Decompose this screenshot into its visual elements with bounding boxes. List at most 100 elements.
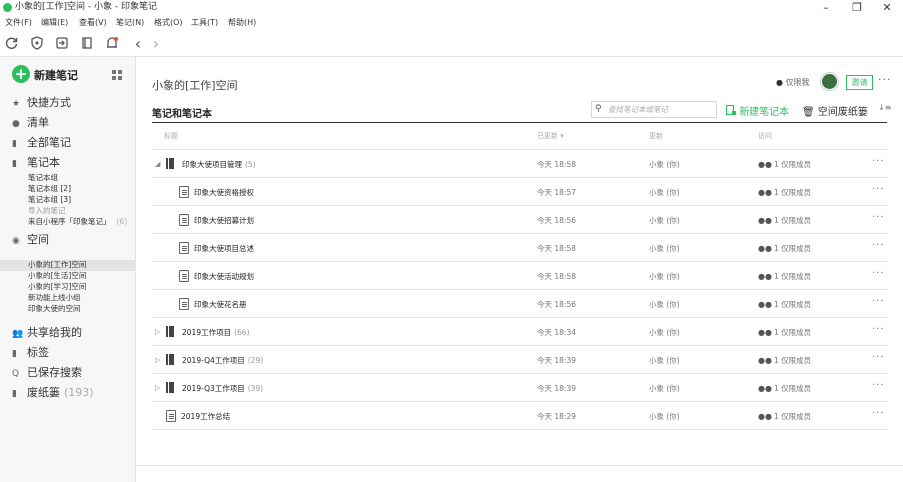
notebook-group-item[interactable]: 笔记本组 <box>28 173 58 183</box>
search-placeholder: 查找笔记本或笔记 <box>608 105 668 114</box>
row-name: 印象大使项目总述 <box>194 244 254 253</box>
maximize-button[interactable]: ❐ <box>843 0 871 15</box>
row-more-button[interactable]: ··· <box>872 184 885 195</box>
column-header-access[interactable]: 访问 <box>758 131 772 141</box>
sidebar-item-checklist[interactable]: ● 清单 <box>12 115 49 131</box>
notification-icon[interactable] <box>105 36 121 52</box>
space-item-work[interactable]: 小象的[工作]空间 <box>28 260 86 270</box>
row-more-button[interactable]: ··· <box>872 240 885 251</box>
notebook-row[interactable]: ▷ 2019-Q3工作项目 (39) 今天 18:39 小象 (你) ●● 1 仅限成员 ··… <box>152 374 887 402</box>
sidebar-item-shared[interactable]: 👥 共享给我的 <box>12 325 82 341</box>
notebook-group-item[interactable]: 笔记本组 [3] <box>28 195 71 205</box>
trash-icon: ▮ <box>12 389 17 399</box>
row-more-button[interactable]: ··· <box>872 408 885 419</box>
space-item-new-feature[interactable]: 新功能上线小组 <box>28 293 81 303</box>
column-header-updated-by[interactable]: 更新 <box>649 131 663 141</box>
menu-tools[interactable]: 工具(T) <box>191 15 218 31</box>
row-name: 2019工作项目 (66) <box>182 328 250 337</box>
row-more-button[interactable]: ··· <box>872 268 885 279</box>
note-icon <box>166 410 176 422</box>
toolbar: ‹ › <box>0 31 903 57</box>
sidebar-item-tags[interactable]: ▮ 标签 <box>12 345 49 361</box>
space-item-ambassador[interactable]: 印象大使的空间 <box>28 304 81 314</box>
menu-note[interactable]: 笔记(N) <box>116 15 144 31</box>
people-icon: ●● <box>758 384 772 393</box>
imported-notes-item[interactable]: 导入的笔记 <box>28 206 66 216</box>
menu-edit[interactable]: 编辑(E) <box>41 15 68 31</box>
note-row[interactable]: 印象大使资格授权 今天 18:57 小象 (你) ●● 1 仅限成员 ··· <box>152 178 887 206</box>
row-divider <box>152 429 887 430</box>
star-icon: ★ <box>12 99 21 109</box>
note-row[interactable]: 2019工作总结 今天 18:29 小象 (你) ●● 1 仅限成员 ··· <box>152 402 887 430</box>
note-row[interactable]: 印象大使活动规划 今天 18:58 小象 (你) ●● 1 仅限成员 ··· <box>152 262 887 290</box>
row-more-button[interactable]: ··· <box>872 324 885 335</box>
menu-view[interactable]: 查看(V) <box>79 15 107 31</box>
minimize-button[interactable]: – <box>812 0 840 15</box>
notebook-group-item[interactable]: 笔记本组 [2] <box>28 184 71 194</box>
row-updated: 今天 18:58 <box>537 244 576 253</box>
import-icon[interactable] <box>55 36 71 52</box>
sidebar: + 新建笔记 ★ 快捷方式 ● 清单 ▮ 全部笔记 ▮ 笔记本 笔记本组 笔记本组 [2… <box>0 57 136 482</box>
invite-button[interactable]: 邀请 <box>846 75 873 90</box>
note-row[interactable]: 印象大使花名册 今天 18:56 小象 (你) ●● 1 仅限成员 ··· <box>152 290 887 318</box>
row-access: ●● 1 仅限成员 <box>758 272 812 281</box>
note-row[interactable]: 印象大使项目总述 今天 18:58 小象 (你) ●● 1 仅限成员 ··· <box>152 234 887 262</box>
new-notebook-button[interactable]: 新建笔记本 <box>725 103 789 118</box>
menu-help[interactable]: 帮助(H) <box>228 15 256 31</box>
close-button[interactable]: ✕ <box>873 0 901 15</box>
row-updated: 今天 18:34 <box>537 328 576 337</box>
note-row[interactable]: 印象大使招募计划 今天 18:56 小象 (你) ●● 1 仅限成员 ··· <box>152 206 887 234</box>
sidebar-item-shortcuts[interactable]: ★ 快捷方式 <box>12 95 71 111</box>
expand-right-icon[interactable]: ▷ <box>155 328 160 336</box>
row-more-button[interactable]: ··· <box>872 212 885 223</box>
notebook-icon <box>166 382 174 393</box>
new-note-label: 新建笔记 <box>34 69 78 82</box>
expand-right-icon[interactable]: ▷ <box>155 384 160 392</box>
expand-right-icon[interactable]: ▷ <box>155 356 160 364</box>
note-icon: ▮ <box>12 139 17 149</box>
trash-icon: 🗑 <box>802 107 815 118</box>
more-options-button[interactable]: ··· <box>878 73 892 86</box>
search-input[interactable]: ⚲ 查找笔记本或笔记 <box>591 101 717 118</box>
sidebar-item-notebooks[interactable]: ▮ 笔记本 <box>12 155 60 171</box>
space-item-study[interactable]: 小象的[学习]空间 <box>28 282 86 292</box>
sidebar-item-saved-search[interactable]: Q 已保存搜索 <box>12 365 82 381</box>
grid-icon[interactable] <box>112 70 122 80</box>
notebook-icon[interactable] <box>80 36 96 52</box>
members-only-label[interactable]: ● 仅限我 <box>776 77 810 88</box>
tag-icon: ▮ <box>12 349 17 359</box>
forward-button[interactable]: › <box>148 36 164 52</box>
column-header-updated[interactable]: 已更新 ▾ <box>537 131 564 141</box>
sidebar-item-all-notes[interactable]: ▮ 全部笔记 <box>12 135 71 151</box>
notebook-row[interactable]: ▷ 2019工作项目 (66) 今天 18:34 小象 (你) ●● 1 仅限成员 ··· <box>152 318 887 346</box>
bottom-divider <box>136 465 903 466</box>
row-name: 印象大使花名册 <box>194 300 247 309</box>
section-title: 笔记和笔记本 <box>152 109 212 120</box>
people-icon: ●● <box>758 328 772 337</box>
expand-down-icon[interactable]: ◢ <box>155 160 160 168</box>
shield-icon[interactable] <box>30 36 46 52</box>
menu-file[interactable]: 文件(F) <box>5 15 32 31</box>
row-more-button[interactable]: ··· <box>872 296 885 307</box>
menu-format[interactable]: 格式(O) <box>154 15 183 31</box>
sidebar-item-trash[interactable]: ▮ 废纸篓 (193) <box>12 385 94 401</box>
row-access: ●● 1 仅限成员 <box>758 356 812 365</box>
back-button[interactable]: ‹ <box>130 36 146 52</box>
space-trash-button[interactable]: 🗑 空间废纸篓 <box>802 103 868 118</box>
column-header-title[interactable]: 标题 <box>164 131 178 141</box>
row-updated: 今天 18:39 <box>537 356 576 365</box>
sidebar-item-spaces[interactable]: ◉ 空间 <box>12 232 49 248</box>
mini-program-notebook-item[interactable]: 来自小程序「印象笔记」 (6) <box>28 217 127 227</box>
notebook-row[interactable]: ▷ 2019-Q4工作项目 (29) 今天 18:39 小象 (你) ●● 1 仅限成员 ··… <box>152 346 887 374</box>
space-item-life[interactable]: 小象的[生活]空间 <box>28 271 86 281</box>
avatar[interactable] <box>821 73 838 90</box>
window-title: 小象的[工作]空间 - 小象 - 印象笔记 <box>15 2 157 12</box>
row-more-button[interactable]: ··· <box>872 156 885 167</box>
people-icon: ●● <box>758 300 772 309</box>
notebook-row[interactable]: ◢ 印象大使项目管理 (5) 今天 18:58 小象 (你) ●● 1 仅限成员 ··· <box>152 150 887 178</box>
note-icon <box>179 214 189 226</box>
sync-icon[interactable] <box>5 36 21 52</box>
row-more-button[interactable]: ··· <box>872 352 885 363</box>
row-more-button[interactable]: ··· <box>872 380 885 391</box>
sort-icon[interactable]: ↓≡ <box>878 103 891 112</box>
